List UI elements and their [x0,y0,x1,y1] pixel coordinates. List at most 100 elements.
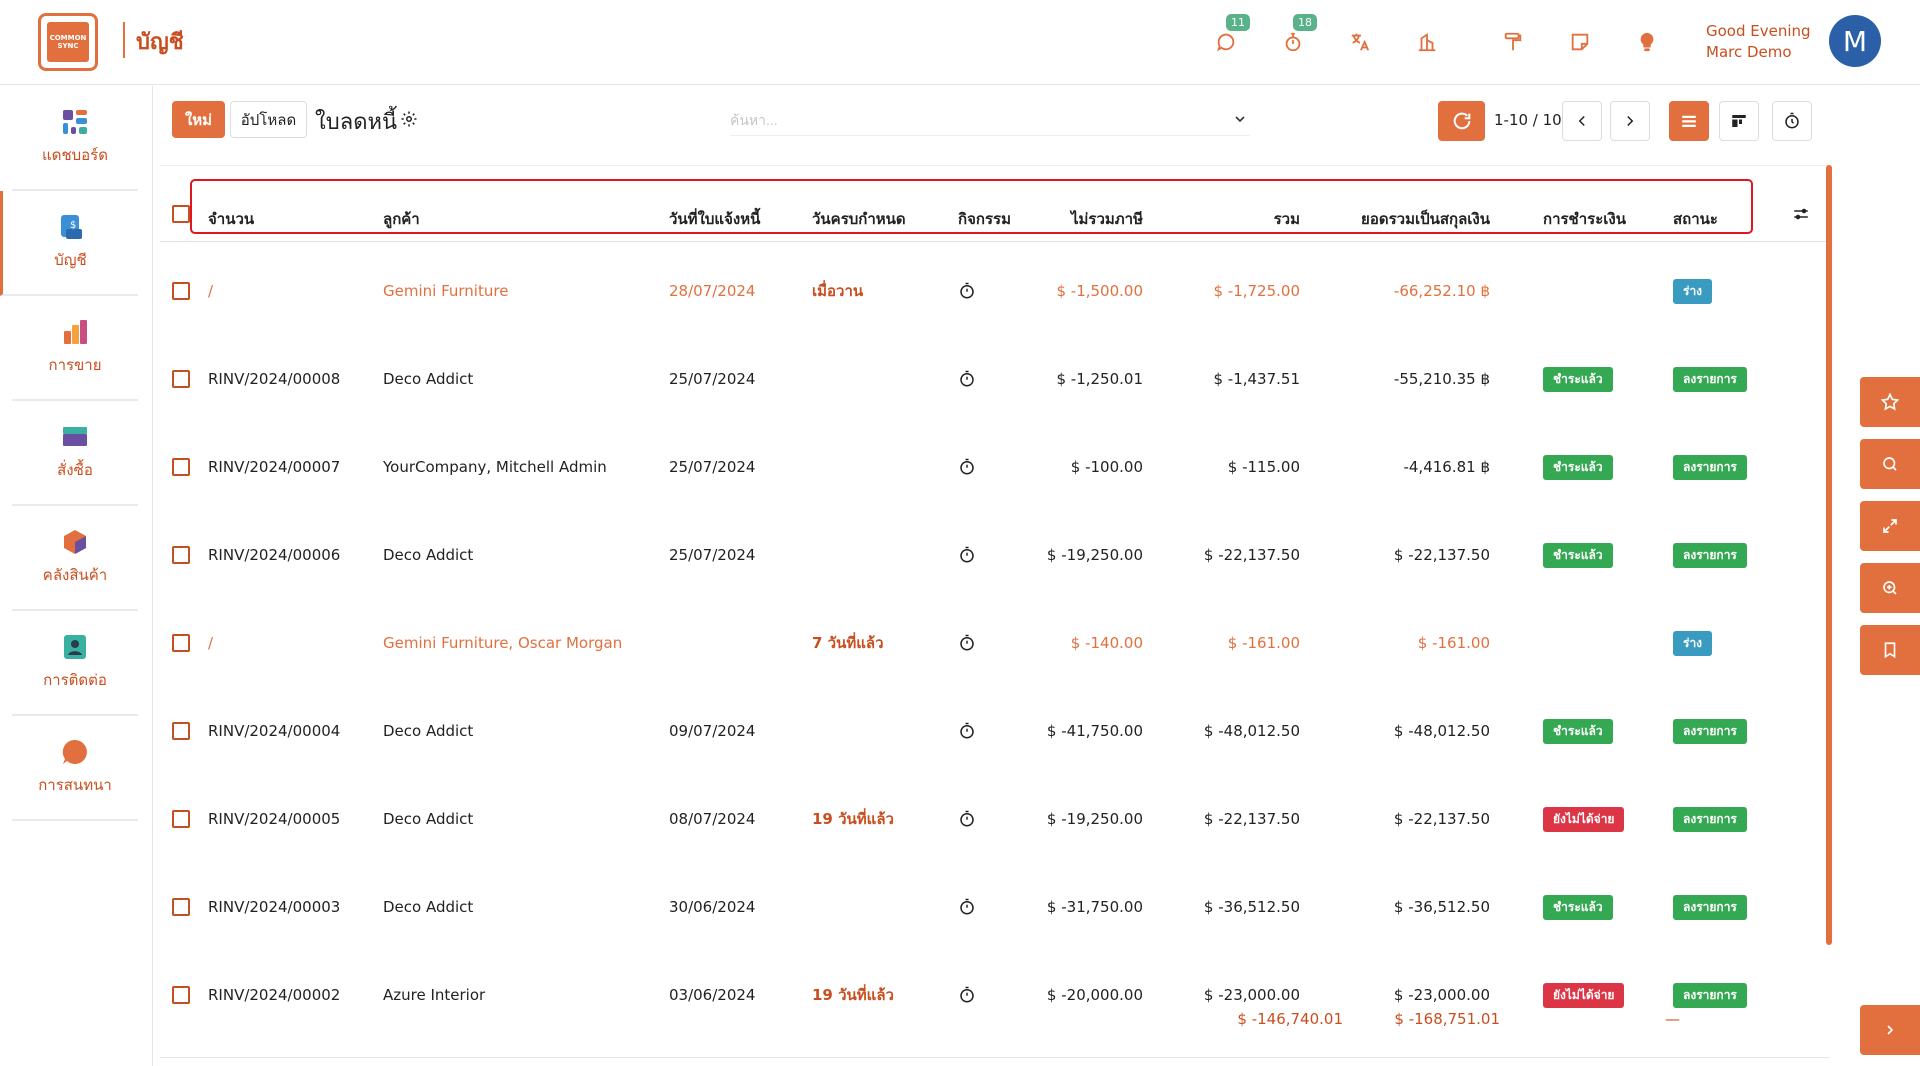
cell-invoice-date: 08/07/2024 [669,810,756,828]
select-all-checkbox[interactable] [172,205,190,223]
kanban-view-button[interactable] [1719,101,1759,141]
notes-button[interactable] [1566,28,1594,56]
sidebar-item-inventory[interactable]: คลังสินค้า [12,506,138,611]
activity-button[interactable]: 18 [1279,14,1317,56]
table-scrollbar[interactable] [1826,165,1832,945]
table-row[interactable]: / Gemini Furniture 28/07/2024 เมื่อวาน $ -1,… [160,247,1830,335]
sidebar-item-discuss[interactable]: การสนทนา [12,716,138,821]
activity-view-button[interactable] [1772,101,1812,141]
total-currency: — [1665,1010,1680,1028]
header-total[interactable]: รวม [1220,207,1300,231]
cell-payment: ชำระแล้ว [1543,335,1613,423]
row-checkbox[interactable] [172,282,190,300]
table-row[interactable]: RINV/2024/00005 Deco Addict 08/07/2024 19 ว… [160,775,1830,863]
pager-next[interactable] [1610,101,1650,141]
row-checkbox[interactable] [172,458,190,476]
gear-icon [401,111,417,127]
discuss-icon [62,739,87,764]
status-badge: ลงรายการ [1673,894,1747,920]
pager-previous[interactable] [1562,101,1602,141]
row-checkbox[interactable] [172,898,190,916]
theme-button[interactable] [1499,28,1527,56]
header-total-currency[interactable]: ยอดรวมเป็นสกุลเงิน [1318,207,1490,231]
table-row[interactable]: RINV/2024/00007 YourCompany, Mitchell Adm… [160,423,1830,511]
reload-button[interactable] [1438,101,1485,141]
table-row[interactable]: RINV/2024/00008 Deco Addict 25/07/2024 $ -1… [160,335,1830,423]
header-customer[interactable]: ลูกค้า [383,207,420,231]
language-button[interactable] [1346,28,1374,56]
cell-due-date: เมื่อวาน [812,282,864,300]
cell-invoice-date: 25/07/2024 [669,546,756,564]
expand-panel-button[interactable] [1860,1005,1920,1055]
table-footer-totals: $ -146,740.01 $ -168,751.01 — [160,1010,1830,1040]
header-payment[interactable]: การชำระเงิน [1543,207,1626,231]
status-badge: ลงรายการ [1673,542,1747,568]
cell-number: RINV/2024/00007 [208,458,341,476]
chat-button[interactable]: 11 [1212,14,1250,56]
row-select-cell [172,599,190,687]
fullscreen-button[interactable] [1860,501,1920,551]
sidebar: แดชบอร์ด $ บัญชี การขาย สั่งซื้อ คลังสิน… [0,86,153,1066]
cell-customer: Deco Addict [383,546,474,564]
header-line [160,241,1830,242]
app-logo[interactable]: COMMON SYNC [38,13,98,71]
row-checkbox[interactable] [172,810,190,828]
tips-button[interactable] [1633,28,1661,56]
row-select-cell [172,863,190,951]
sidebar-item-label: แดชบอร์ด [42,145,108,164]
row-checkbox[interactable] [172,634,190,652]
cell-total: $ -22,137.50 [1203,810,1300,828]
header-untaxed[interactable]: ไม่รวมภาษี [1060,207,1143,231]
company-button[interactable] [1413,28,1441,56]
chevron-right-icon [1627,115,1634,127]
bookmark-button[interactable] [1860,625,1920,675]
header-number[interactable]: จำนวน [208,207,254,231]
header-due-date[interactable]: วันครบกำหนด [812,207,906,231]
avatar[interactable]: M [1829,15,1881,67]
cell-payment: ยังไม่ได้จ่าย [1543,775,1625,863]
search-options-toggle[interactable] [1232,111,1248,131]
new-button[interactable]: ใหม่ [172,101,225,138]
header-invoice-date[interactable]: วันที่ใบแจ้งหนี้ [669,207,760,231]
sidebar-item-sales[interactable]: การขาย [12,296,138,401]
header-activity[interactable]: กิจกรรม [958,207,1011,231]
row-checkbox[interactable] [172,370,190,388]
upload-button[interactable]: อัปโหลด [230,101,307,138]
table-row[interactable]: RINV/2024/00006 Deco Addict 25/07/2024 $ -1… [160,511,1830,599]
cell-invoice-date: 30/06/2024 [669,898,756,916]
search-input[interactable] [730,104,1250,136]
row-checkbox[interactable] [172,546,190,564]
sidebar-item-contacts[interactable]: การติดต่อ [12,611,138,716]
user-greeting[interactable]: Good Evening Marc Demo [1706,21,1811,63]
cell-total-currency: $ -22,137.50 [1393,546,1490,564]
row-checkbox[interactable] [172,722,190,740]
app-title[interactable]: บัญชี [136,24,184,59]
header-status[interactable]: สถานะ [1673,207,1718,231]
sidebar-item-purchase[interactable]: สั่งซื้อ [12,401,138,506]
table-row[interactable]: RINV/2024/00004 Deco Addict 09/07/2024 $ -4… [160,687,1830,775]
quick-search-button[interactable] [1860,439,1920,489]
zoom-button[interactable] [1860,563,1920,613]
pager-value[interactable]: 1-10 / 10 [1494,111,1562,129]
user-name: Marc Demo [1706,43,1792,61]
bookmark-icon [1884,642,1896,659]
favorite-button[interactable] [1860,377,1920,427]
row-select-cell [172,335,190,423]
table-row[interactable]: / Gemini Furniture, Oscar Morgan 7 วันที่แ… [160,599,1830,687]
table-row[interactable]: RINV/2024/00003 Deco Addict 30/06/2024 $ -3… [160,863,1830,951]
cell-total: $ -115.00 [1227,458,1300,476]
list-view-button[interactable] [1669,101,1709,141]
logo-separator [123,22,125,58]
table-header: จำนวน ลูกค้า วันที่ใบแจ้งหนี้ วันครบกำหน… [160,193,1830,239]
cell-total: $ -22,137.50 [1203,546,1300,564]
total-amount: $ -168,751.01 [1394,1010,1500,1028]
payment-status-badge: ยังไม่ได้จ่าย [1543,806,1625,832]
optional-columns-toggle[interactable] [1792,205,1810,227]
sidebar-item-label: การติดต่อ [43,670,107,689]
row-checkbox[interactable] [172,986,190,1004]
cell-number: / [208,634,214,652]
actions-menu-button[interactable] [400,110,418,132]
sidebar-item-dashboard[interactable]: แดชบอร์ด [12,86,138,191]
sidebar-item-accounting[interactable]: $ บัญชี [0,191,138,296]
cell-total-currency: -4,416.81 ฿ [1403,458,1490,476]
